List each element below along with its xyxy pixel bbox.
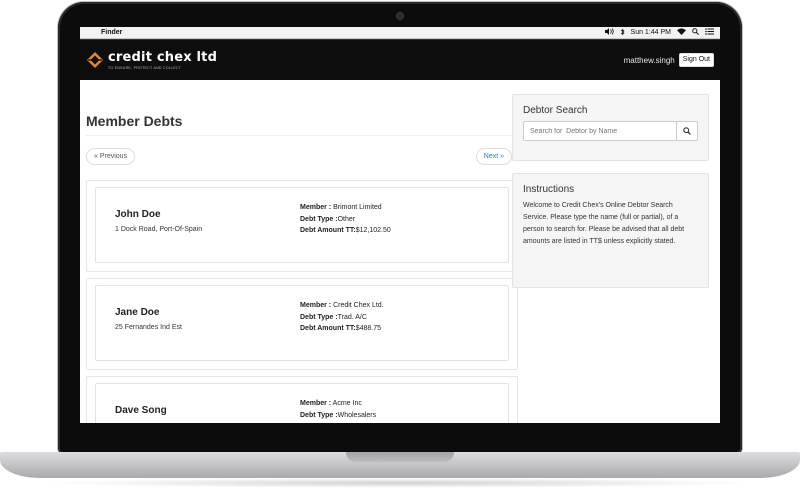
apple-icon[interactable] <box>86 29 93 37</box>
screen: Finder Sun 1:44 PM credit chex ltd TO EN… <box>80 27 720 423</box>
search-icon <box>683 127 691 135</box>
username: matthew.singh <box>623 55 675 65</box>
member-label: Member : <box>300 400 332 407</box>
brand-tagline: TO ENSURE, PROTECT AND COLLECT <box>108 65 182 70</box>
debts-list: John Doe 1 Dock Road, Port-Of-Spain Memb… <box>86 180 518 423</box>
laptop-base-notch <box>346 452 454 462</box>
debt-amount-label: Debt Amount TT: <box>300 227 356 234</box>
debtor-name[interactable]: Dave Song <box>115 405 167 416</box>
debt-amount-label: Debt Amount TT: <box>300 325 356 332</box>
camera <box>397 13 403 19</box>
notification-list-icon[interactable] <box>705 28 714 37</box>
clock[interactable]: Sun 1:44 PM <box>631 29 671 36</box>
debt-type-label: Debt Type : <box>300 411 338 419</box>
debt-item[interactable]: Jane Doe 25 Fernandes Ind Est Member : C… <box>86 278 518 370</box>
page-title: Member Debts <box>86 113 518 136</box>
debt-type-value: Wholesalers <box>337 411 377 419</box>
sidebar: Debtor Search Instructions Welcome to Cr… <box>512 94 709 288</box>
instructions-title: Instructions <box>523 184 575 195</box>
wifi-icon[interactable] <box>677 28 686 37</box>
debtor-search-input[interactable] <box>523 121 676 141</box>
spotlight-icon[interactable] <box>692 28 699 37</box>
instructions-panel: Instructions Welcome to Credit Chex's On… <box>512 173 709 288</box>
debt-details: Member : Brimont Limited Debt Type :Othe… <box>300 202 391 237</box>
logo-mark-icon <box>87 52 103 68</box>
debtor-address: 25 Fernandes Ind Est <box>115 324 182 331</box>
debtor-name[interactable]: Jane Doe <box>115 307 159 318</box>
debt-item[interactable]: John Doe 1 Dock Road, Port-Of-Spain Memb… <box>86 180 518 272</box>
member-label: Member : <box>300 302 332 309</box>
volume-icon[interactable] <box>604 28 614 37</box>
member-label: Member : <box>300 204 332 211</box>
debt-details: Member : Credit Chex Ltd. Debt Type :Tra… <box>300 300 384 335</box>
menu-app-name[interactable]: Finder <box>101 29 122 36</box>
debtor-name[interactable]: John Doe <box>115 209 161 220</box>
debt-details: Member : Acme Inc Debt Type :Wholesalers <box>300 398 376 421</box>
debt-type-value: Trad. A/C <box>337 313 367 321</box>
previous-button[interactable]: « Previous <box>86 148 136 165</box>
member-value: Acme Inc <box>331 400 362 407</box>
pager: « Previous Next » <box>86 148 518 168</box>
brand-name: credit chex ltd <box>108 49 218 65</box>
brand-logo[interactable]: credit chex ltd TO ENSURE, PROTECT AND C… <box>86 51 217 70</box>
main-content: Member Debts « Previous Next » John Doe … <box>80 80 720 423</box>
member-value: Brimont Limited <box>331 204 382 211</box>
search-group <box>523 121 698 141</box>
search-panel-title: Debtor Search <box>523 105 588 116</box>
debt-card: Dave Song Member : Acme Inc Debt Type :W… <box>95 383 509 423</box>
user-area: matthew.singh Sign Out <box>624 53 714 67</box>
search-button[interactable] <box>676 121 698 141</box>
debtor-search-panel: Debtor Search <box>512 94 709 161</box>
instructions-text: Welcome to Credit Chex's Online Debtor S… <box>523 202 685 245</box>
sign-out-button[interactable]: Sign Out <box>678 53 714 67</box>
debt-type-label: Debt Type : <box>300 313 338 321</box>
debt-type-label: Debt Type : <box>300 215 338 223</box>
mac-menu-bar: Finder Sun 1:44 PM <box>80 27 720 39</box>
member-value: Credit Chex Ltd. <box>331 302 384 309</box>
logo-text: credit chex ltd TO ENSURE, PROTECT AND C… <box>108 51 217 70</box>
laptop-shadow <box>40 478 760 488</box>
debt-amount-value: $12,102.50 <box>355 227 391 234</box>
bluetooth-icon[interactable] <box>620 28 625 38</box>
debts-column: Member Debts « Previous Next » <box>86 80 524 168</box>
next-button[interactable]: Next » <box>475 148 512 165</box>
debt-type-value: Other <box>337 215 356 223</box>
debt-card: John Doe 1 Dock Road, Port-Of-Spain Memb… <box>95 187 509 263</box>
debtor-address: 1 Dock Road, Port-Of-Spain <box>115 226 203 233</box>
site-header: credit chex ltd TO ENSURE, PROTECT AND C… <box>80 39 720 80</box>
menu-extras: Sun 1:44 PM <box>604 28 714 38</box>
debt-amount-value: $488.75 <box>355 325 382 332</box>
debt-item[interactable]: Dave Song Member : Acme Inc Debt Type :W… <box>86 376 518 423</box>
debt-card: Jane Doe 25 Fernandes Ind Est Member : C… <box>95 285 509 361</box>
